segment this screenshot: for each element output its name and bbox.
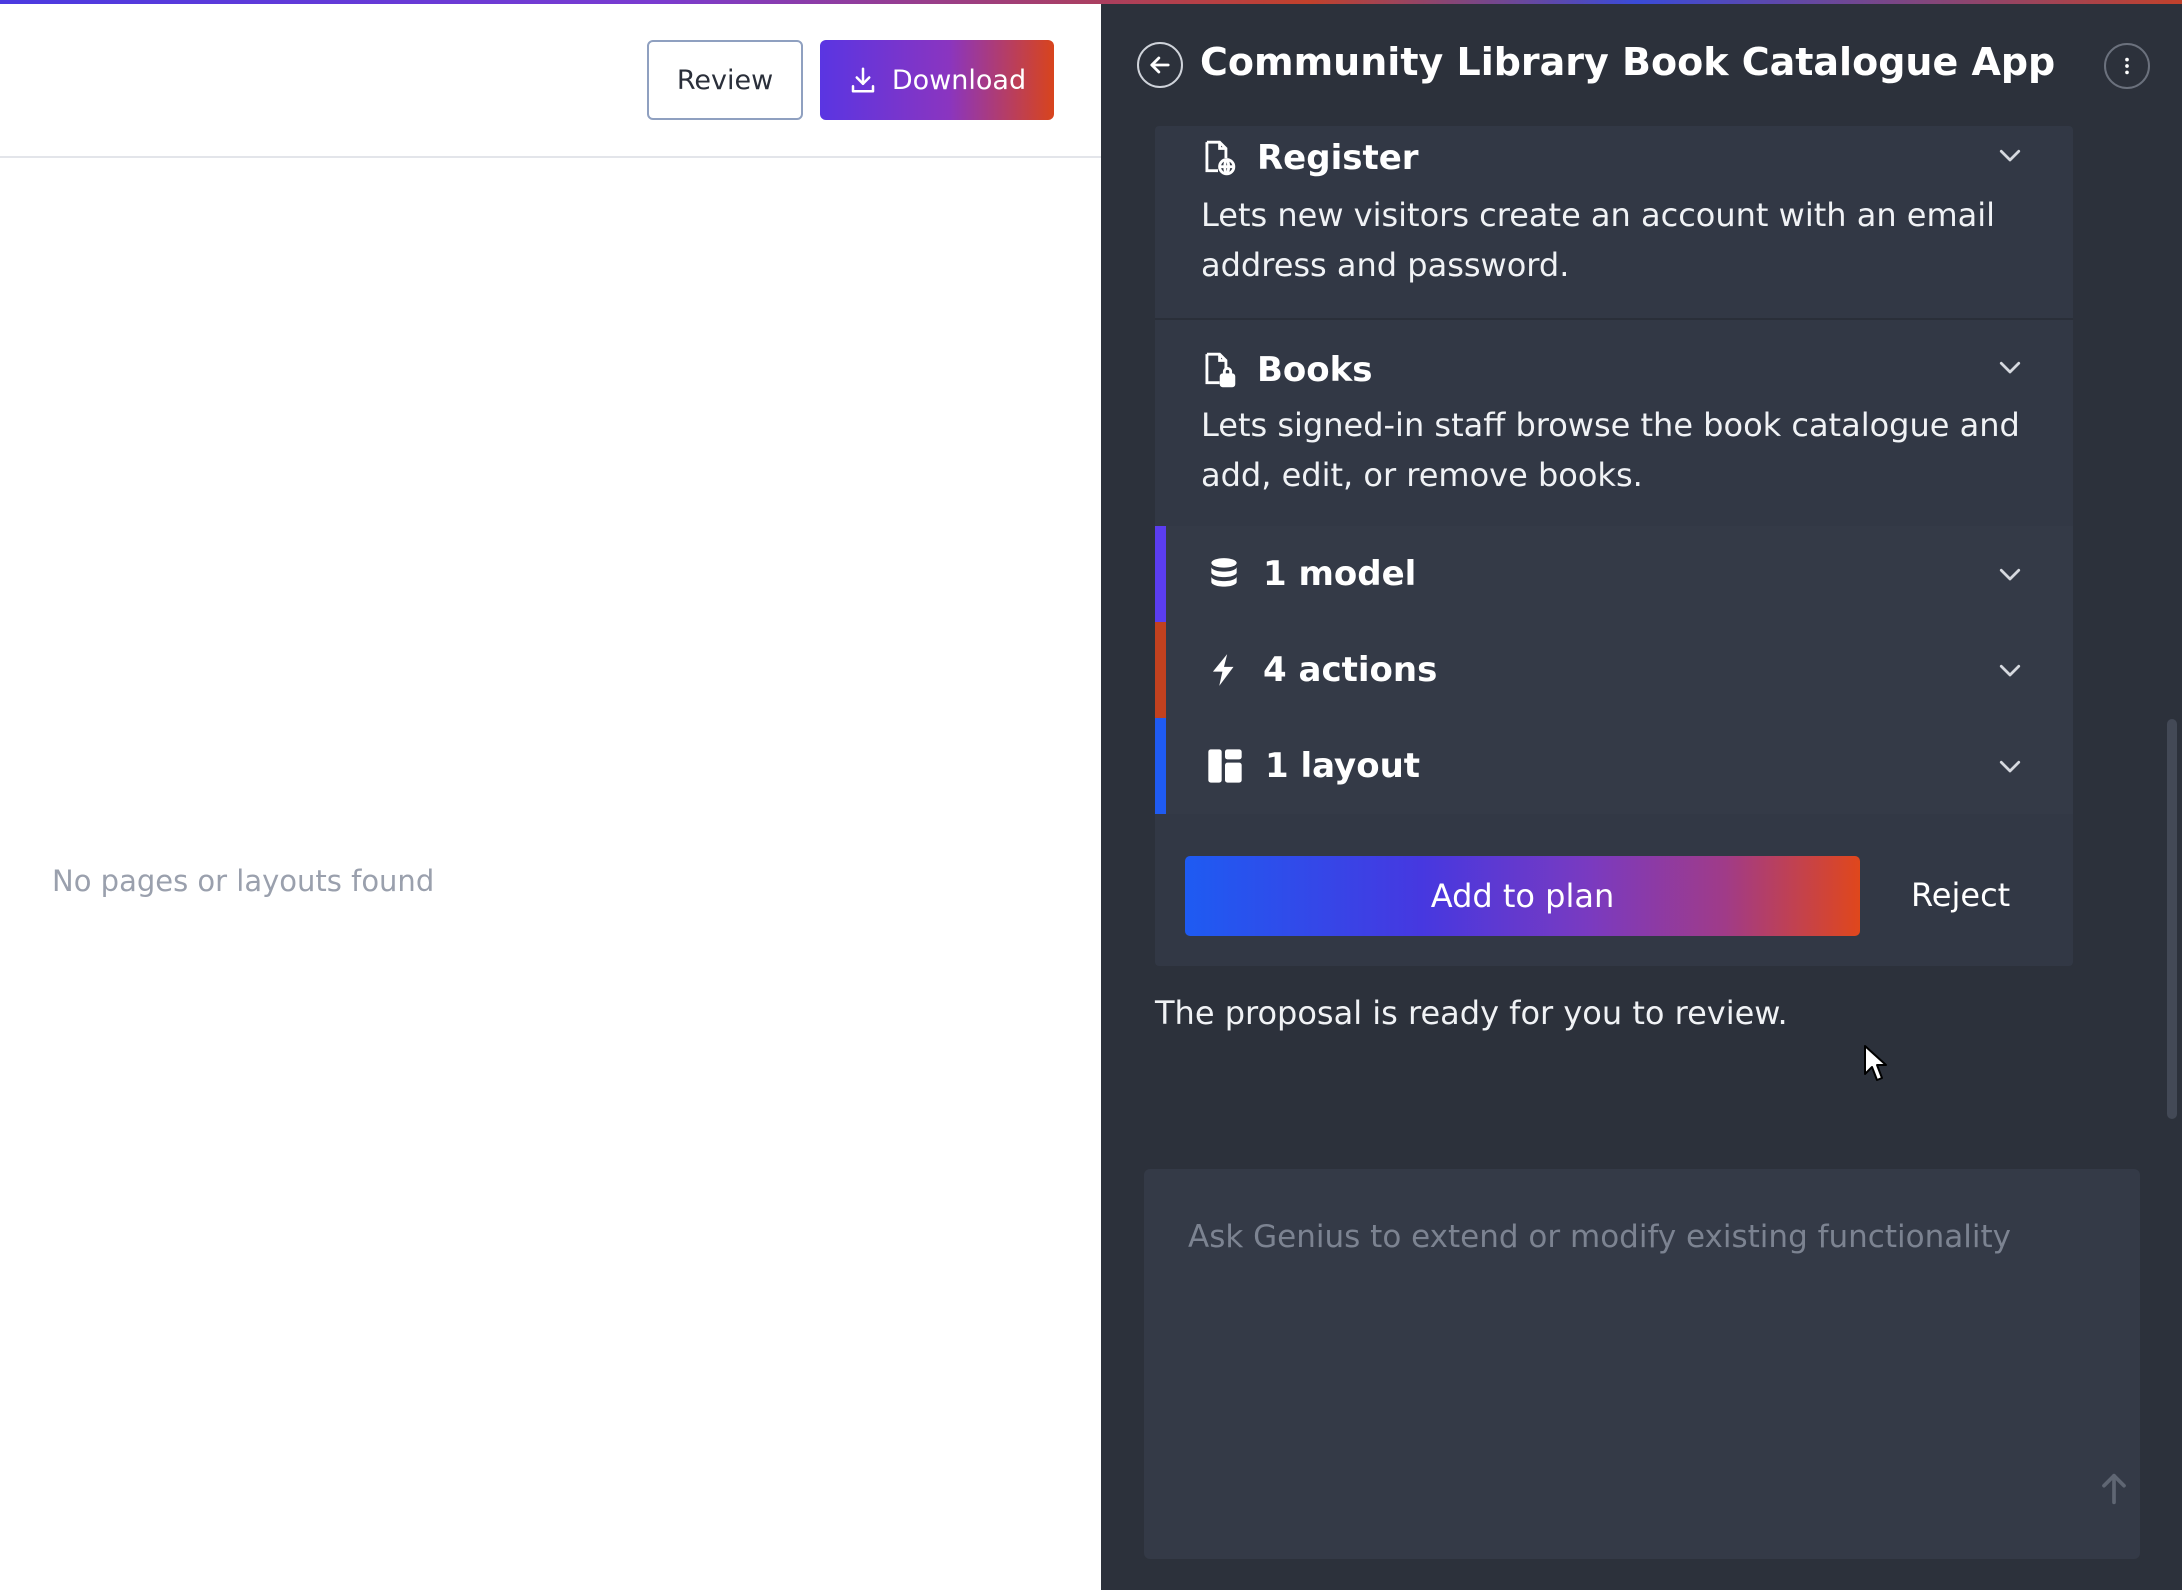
- status-message: The proposal is ready for you to review.: [1155, 994, 1788, 1032]
- prompt-box: [1144, 1169, 2140, 1559]
- download-icon: [851, 67, 875, 93]
- proposal-card: Register Lets new visitors create an acc…: [1155, 126, 2073, 966]
- download-button[interactable]: Download: [820, 40, 1054, 120]
- download-button-label: Download: [891, 64, 1027, 96]
- summary-row-actions[interactable]: 4 actions: [1155, 622, 2073, 718]
- prompt-input[interactable]: [1144, 1169, 2140, 1559]
- panel-scrollbar[interactable]: [2167, 719, 2177, 1119]
- chevron-down-icon[interactable]: [1995, 352, 2025, 382]
- summary-row-label: 1 layout: [1265, 746, 1421, 786]
- more-options-button[interactable]: [2104, 43, 2150, 89]
- summary-row-label: 1 model: [1263, 554, 1417, 594]
- mouse-cursor-icon: [1864, 1045, 1887, 1081]
- review-button[interactable]: Review: [647, 40, 803, 120]
- database-icon: [1211, 558, 1237, 587]
- arrow-left-icon: [1150, 56, 1170, 74]
- review-button-label: Review: [676, 64, 774, 96]
- panel-header: Community Library Book Catalogue App: [1101, 4, 2182, 130]
- page-item-title: Books: [1257, 350, 1373, 390]
- row-accent-bar: [1155, 622, 1166, 718]
- kebab-menu-icon: [2125, 57, 2129, 75]
- summary-row-layouts[interactable]: 1 layout: [1155, 718, 2073, 814]
- page-item-description: Lets new visitors create an account with…: [1201, 196, 1996, 284]
- empty-state-message: No pages or layouts found: [52, 864, 435, 898]
- reject-button[interactable]: Reject: [1911, 876, 2010, 914]
- add-to-plan-label: Add to plan: [1430, 877, 1615, 915]
- page-lock-icon: [1205, 352, 1236, 388]
- preview-pane: Review Download No pages or layouts foun…: [0, 4, 1101, 1590]
- row-accent-bar: [1155, 718, 1166, 814]
- send-arrow-icon[interactable]: [2094, 1469, 2134, 1509]
- page-item-description: Lets signed-in staff browse the book cat…: [1201, 406, 2020, 494]
- page-item-books[interactable]: Books Lets signed-in staff browse the bo…: [1155, 320, 2073, 526]
- add-to-plan-button[interactable]: Add to plan: [1185, 856, 1860, 936]
- chevron-down-icon[interactable]: [1995, 655, 2025, 685]
- layout-icon: [1208, 749, 1242, 783]
- preview-header: Review Download: [0, 4, 1101, 158]
- row-accent-bar: [1155, 526, 1166, 622]
- page-item-title: Register: [1257, 138, 1419, 178]
- chevron-down-icon[interactable]: [1995, 559, 2025, 589]
- summary-row-models[interactable]: 1 model: [1155, 526, 2073, 622]
- page-item-register[interactable]: Register Lets new visitors create an acc…: [1155, 126, 2073, 318]
- back-button[interactable]: [1137, 42, 1183, 88]
- chevron-down-icon[interactable]: [1995, 751, 2025, 781]
- genius-panel: Community Library Book Catalogue App Reg…: [1101, 4, 2182, 1590]
- summary-row-label: 4 actions: [1263, 650, 1438, 690]
- chevron-down-icon[interactable]: [1995, 140, 2025, 170]
- page-globe-icon: [1205, 140, 1236, 176]
- page-title: Community Library Book Catalogue App: [1200, 40, 2056, 84]
- lightning-icon: [1212, 654, 1234, 686]
